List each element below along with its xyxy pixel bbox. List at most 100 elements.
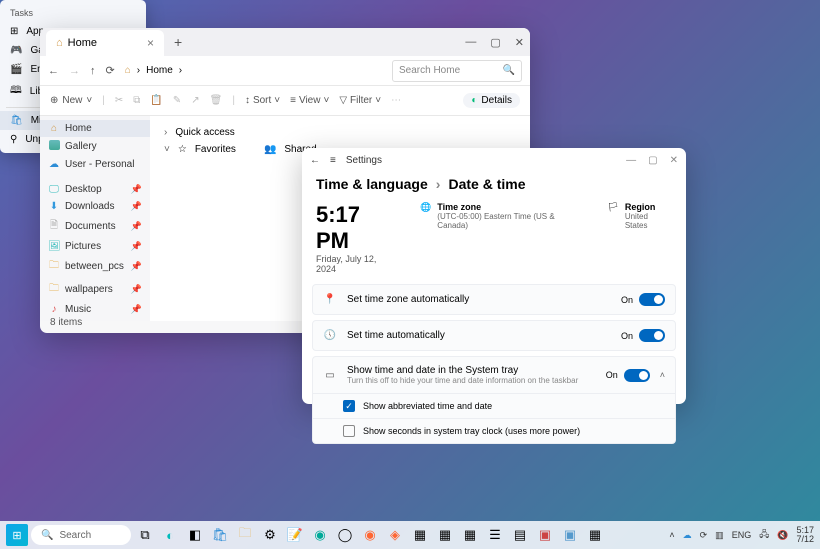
search-icon: 🔍 <box>41 530 53 541</box>
sidebar-item-gallery[interactable]: Gallery <box>40 137 150 156</box>
paste-icon[interactable]: 📋 <box>150 95 162 106</box>
delete-icon[interactable]: 🗑 <box>210 95 223 106</box>
explorer-icon[interactable]: 🗀 <box>234 524 256 546</box>
location-icon: 📍 <box>323 294 337 305</box>
brave-icon[interactable]: ◈ <box>384 524 406 546</box>
network-icon[interactable]: 🖧 <box>759 527 769 543</box>
close-button[interactable]: ✕ <box>515 36 524 49</box>
back-button[interactable]: ← <box>310 155 320 166</box>
tray-chevron[interactable]: ˄ <box>669 530 674 540</box>
close-tab-icon[interactable]: × <box>147 36 154 50</box>
filter-button[interactable]: ▽ Filter ˅ <box>339 95 381 106</box>
breadcrumb-parent[interactable]: Time & language <box>316 176 428 192</box>
app-icon[interactable]: ▦ <box>409 524 431 546</box>
setting-timezone-auto: 📍 Set time zone automatically On <box>312 284 676 315</box>
current-time: 5:17 PM <box>316 202 398 254</box>
search-input[interactable]: Search Home 🔍 <box>392 60 522 82</box>
maximize-button[interactable]: ▢ <box>490 36 500 49</box>
explorer-sidebar: ⌂Home Gallery ☁User - Personal 🖵Desktop📌… <box>40 116 150 321</box>
region-value: United States <box>625 212 672 230</box>
language-indicator[interactable]: ENG <box>732 530 752 540</box>
app-icon[interactable]: ▤ <box>509 524 531 546</box>
sync-icon[interactable]: ⟳ <box>700 530 708 541</box>
widgets-icon[interactable]: ◧ <box>184 524 206 546</box>
setting-label: Show time and date in the System tray <box>347 365 596 376</box>
more-button[interactable]: ⋯ <box>391 95 401 106</box>
toggle-switch[interactable] <box>624 369 650 382</box>
taskbar-clock[interactable]: 5:17 7/12 <box>796 526 814 544</box>
checkbox-unchecked[interactable] <box>343 425 355 437</box>
details-toggle[interactable]: ◐ Details <box>463 93 520 108</box>
settings-icon[interactable]: ⚙ <box>259 524 281 546</box>
explorer-tab-home[interactable]: ⌂ Home × <box>46 30 164 56</box>
info-icon: ◐ <box>471 95 477 106</box>
app-icon[interactable]: ▦ <box>584 524 606 546</box>
new-button[interactable]: ⊕ New ˅ <box>50 95 92 106</box>
back-button[interactable]: ← <box>48 65 59 77</box>
app-icon[interactable]: ▦ <box>459 524 481 546</box>
onedrive-icon[interactable]: ☁ <box>683 530 692 541</box>
region-icon: 🏳 <box>607 202 618 230</box>
sidebar-item-wallpapers[interactable]: 🗀wallpapers📌 <box>40 278 150 301</box>
tray-icon[interactable]: ▥ <box>715 530 724 541</box>
sidebar-item-between[interactable]: 🗀between_pcs📌 <box>40 255 150 278</box>
toggle-switch[interactable] <box>639 293 665 306</box>
menu-icon[interactable]: ≡ <box>330 155 336 166</box>
sort-button[interactable]: ↕ Sort ˅ <box>245 95 280 106</box>
setting-abbrev-time[interactable]: ✓ Show abbreviated time and date <box>313 393 675 418</box>
cut-icon[interactable]: ✂ <box>115 95 123 106</box>
edge-icon[interactable]: ◉ <box>309 524 331 546</box>
sidebar-item-desktop[interactable]: 🖵Desktop📌 <box>40 181 150 198</box>
start-button[interactable]: ⊞ <box>6 524 28 546</box>
sidebar-item-home[interactable]: ⌂Home <box>40 120 150 137</box>
notepad-icon[interactable]: 📝 <box>284 524 306 546</box>
setting-time-auto: 🕔 Set time automatically On <box>312 320 676 351</box>
share-icon[interactable]: ↗ <box>191 95 199 106</box>
sidebar-item-downloads[interactable]: ⬇Downloads📌 <box>40 198 150 215</box>
taskbar-search[interactable]: 🔍Search <box>31 525 131 545</box>
sidebar-item-pictures[interactable]: 🖼Pictures📌 <box>40 238 150 255</box>
jumplist-header: Tasks <box>0 4 146 22</box>
app-icon[interactable]: ▦ <box>434 524 456 546</box>
minimize-button[interactable]: — <box>465 36 476 49</box>
app-icon[interactable]: ☰ <box>484 524 506 546</box>
up-button[interactable]: ↑ <box>90 65 96 77</box>
chrome-icon[interactable]: ◯ <box>334 524 356 546</box>
view-button[interactable]: ≡ View ˅ <box>290 95 329 106</box>
firefox-icon[interactable]: ◉ <box>359 524 381 546</box>
breadcrumb[interactable]: ⌂ › Home › <box>125 65 382 76</box>
chevron-right-icon: › <box>436 176 441 192</box>
settings-title: Settings <box>346 155 382 166</box>
refresh-button[interactable]: ⟳ <box>106 64 115 77</box>
close-button[interactable]: ✕ <box>670 155 678 166</box>
explorer-titlebar: ⌂ Home × + — ▢ ✕ <box>40 28 530 56</box>
new-tab-button[interactable]: + <box>174 34 182 50</box>
sidebar-item-user[interactable]: ☁User - Personal <box>40 156 150 173</box>
setting-sublabel: Turn this off to hide your time and date… <box>347 376 596 385</box>
chevron-right-icon: › <box>179 65 182 76</box>
volume-icon[interactable]: 🔇 <box>777 530 788 541</box>
store-icon[interactable]: 🛍 <box>209 524 231 546</box>
checkbox-checked[interactable]: ✓ <box>343 400 355 412</box>
app-icon[interactable]: ▣ <box>534 524 556 546</box>
chevron-down-icon: ˅ <box>164 144 170 155</box>
minimize-button[interactable]: — <box>626 155 636 166</box>
region-label: Region <box>625 202 672 212</box>
setting-show-seconds[interactable]: Show seconds in system tray clock (uses … <box>313 418 675 443</box>
quick-access-header[interactable]: ›Quick access <box>164 124 516 141</box>
copilot-icon[interactable]: ◐ <box>159 524 181 546</box>
tab-label: Home <box>68 37 97 49</box>
maximize-button[interactable]: ▢ <box>648 155 657 166</box>
chevron-right-icon: › <box>164 127 167 138</box>
rename-icon[interactable]: ✎ <box>173 95 181 106</box>
forward-button[interactable]: → <box>69 65 80 77</box>
sidebar-item-documents[interactable]: 🗎Documents📌 <box>40 215 150 238</box>
copy-icon[interactable]: ⧉ <box>133 95 140 106</box>
home-icon: ⌂ <box>56 37 63 49</box>
chevron-up-icon[interactable]: ˄ <box>660 370 665 380</box>
breadcrumb-segment[interactable]: Home <box>146 65 173 76</box>
library-icon: 🕮 <box>10 83 22 100</box>
task-view-icon[interactable]: ⧉ <box>134 524 156 546</box>
toggle-switch[interactable] <box>639 329 665 342</box>
app-icon[interactable]: ▣ <box>559 524 581 546</box>
